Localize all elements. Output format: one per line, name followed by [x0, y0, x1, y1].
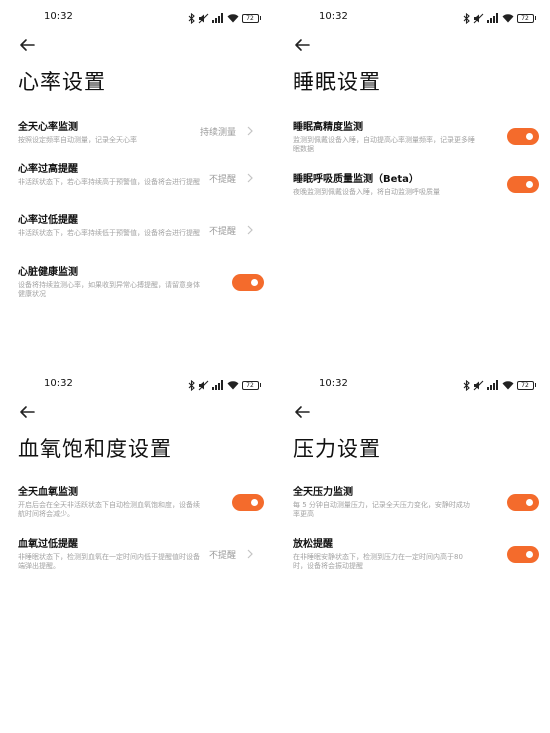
cellular-signal-icon — [211, 380, 223, 390]
battery-icon: 72 — [241, 13, 261, 23]
battery-icon: 72 — [516, 13, 536, 23]
setting-low-blood-oxygen-alert[interactable]: 血氧过低提醒 非睡眠状态下，检测到血氧在一定时间内低于提醒值时设备端弹出提醒。 … — [18, 538, 264, 571]
back-arrow-icon[interactable] — [18, 36, 36, 54]
setting-all-day-blood-oxygen[interactable]: 全天血氧监测 开启后会在全天非活跃状态下自动检测血氧饱和度，设备续航时间将会减少… — [18, 486, 264, 519]
status-time: 10:32 — [44, 11, 73, 22]
setting-relaxation-reminder[interactable]: 放松提醒 在非睡眠安静状态下，检测到压力在一定时间内高于80时，设备将会振动提醒 — [293, 538, 539, 571]
setting-title: 全天血氧监测 — [18, 487, 78, 498]
wifi-icon — [502, 381, 513, 390]
back-arrow-icon[interactable] — [293, 36, 311, 54]
chevron-right-icon — [247, 126, 253, 136]
bluetooth-icon — [463, 379, 470, 391]
page-title: 睡眠设置 — [293, 70, 381, 94]
bluetooth-icon — [188, 379, 195, 391]
setting-description: 按照设定频率自动测量，记录全天心率 — [18, 136, 137, 144]
battery-level: 72 — [516, 13, 534, 23]
status-icons: 72 — [188, 379, 261, 391]
setting-value: 不提醒 — [208, 551, 236, 561]
battery-level: 72 — [241, 380, 259, 390]
status-icons: 72 — [188, 12, 261, 24]
setting-heart-health-monitor[interactable]: 心脏健康监测 设备将持续监测心率，如果收到异常心搏提醒，请留意身体健康状况 — [18, 266, 264, 299]
chevron-right-icon — [247, 549, 253, 559]
battery-icon: 72 — [516, 380, 536, 390]
mute-icon — [473, 13, 483, 23]
back-arrow-icon[interactable] — [293, 403, 311, 421]
setting-description: 监测到佩戴设备入睡，自动提高心率测量频率，记录更多睡眠数据 — [293, 136, 475, 153]
mute-icon — [198, 13, 208, 23]
chevron-right-icon — [247, 173, 253, 183]
cellular-signal-icon — [211, 13, 223, 23]
status-bar: 10:32 72 — [0, 377, 275, 393]
toggle-switch-on[interactable] — [232, 494, 264, 511]
blood-oxygen-settings-screen: 10:32 72 血氧饱和度设置 全天血氧监测 开启后会在全天非活跃状态下自动检… — [0, 367, 275, 733]
status-time: 10:32 — [319, 378, 348, 389]
sleep-settings-screen: 10:32 72 睡眠设置 睡眠高精度监测 监测到佩戴设备入睡，自动提高心率测量… — [275, 0, 550, 366]
setting-value: 持续测量 — [199, 128, 236, 138]
battery-level: 72 — [241, 13, 259, 23]
setting-all-day-heart-rate[interactable]: 全天心率监测 按照设定频率自动测量，记录全天心率 持续测量 — [18, 121, 264, 145]
setting-description: 设备将持续监测心率，如果收到异常心搏提醒，请留意身体健康状况 — [18, 281, 200, 298]
wifi-icon — [502, 14, 513, 23]
heart-rate-settings-screen: 10:32 72 心率设置 全天心率监测 按照设定频率自动测量，记录全天心率 持… — [0, 0, 275, 366]
battery-level: 72 — [516, 380, 534, 390]
setting-description: 每 5 分钟自动测量压力，记录全天压力变化，安静时成功率更高 — [293, 501, 470, 518]
setting-sleep-high-precision[interactable]: 睡眠高精度监测 监测到佩戴设备入睡，自动提高心率测量频率，记录更多睡眠数据 — [293, 121, 539, 154]
setting-sleep-breathing-quality[interactable]: 睡眠呼吸质量监测（Beta） 夜晚监测到佩戴设备入睡，将自动监测呼吸质量 — [293, 173, 539, 197]
setting-value: 不提醒 — [208, 175, 236, 185]
setting-description: 开启后会在全天非活跃状态下自动检测血氧饱和度，设备续航时间将会减少。 — [18, 501, 200, 518]
status-time: 10:32 — [44, 378, 73, 389]
setting-title: 睡眠高精度监测 — [293, 122, 363, 133]
toggle-switch-on[interactable] — [507, 494, 539, 511]
stress-settings-screen: 10:32 72 压力设置 全天压力监测 每 5 分钟自动测量压力，记录全天压力… — [275, 367, 550, 733]
setting-description: 非睡眠状态下，检测到血氧在一定时间内低于提醒值时设备端弹出提醒。 — [18, 553, 200, 570]
status-bar: 10:32 72 — [275, 10, 550, 26]
cellular-signal-icon — [486, 13, 498, 23]
page-title: 压力设置 — [293, 437, 381, 461]
setting-description: 非活跃状态下，若心率持续低于预警值，设备将会进行提醒 — [18, 229, 200, 237]
setting-title: 放松提醒 — [293, 539, 333, 550]
setting-high-heart-rate-alert[interactable]: 心率过高提醒 非活跃状态下，若心率持续高于预警值，设备将会进行提醒 不提醒 — [18, 163, 264, 187]
bluetooth-icon — [188, 12, 195, 24]
mute-icon — [473, 380, 483, 390]
setting-value: 不提醒 — [208, 227, 236, 237]
toggle-switch-on[interactable] — [507, 546, 539, 563]
wifi-icon — [227, 381, 238, 390]
setting-title: 心脏健康监测 — [18, 267, 78, 278]
status-bar: 10:32 72 — [0, 10, 275, 26]
toggle-switch-on[interactable] — [507, 128, 539, 145]
page-title: 心率设置 — [18, 70, 106, 94]
battery-icon: 72 — [241, 380, 261, 390]
setting-description: 在非睡眠安静状态下，检测到压力在一定时间内高于80时，设备将会振动提醒 — [293, 553, 463, 570]
cellular-signal-icon — [486, 380, 498, 390]
setting-description: 非活跃状态下，若心率持续高于预警值，设备将会进行提醒 — [18, 178, 200, 186]
back-arrow-icon[interactable] — [18, 403, 36, 421]
bluetooth-icon — [463, 12, 470, 24]
toggle-switch-on[interactable] — [507, 176, 539, 193]
setting-title: 睡眠呼吸质量监测（Beta） — [293, 174, 419, 185]
page-title: 血氧饱和度设置 — [18, 437, 172, 461]
setting-description: 夜晚监测到佩戴设备入睡，将自动监测呼吸质量 — [293, 188, 440, 196]
status-icons: 72 — [463, 379, 536, 391]
toggle-switch-on[interactable] — [232, 274, 264, 291]
wifi-icon — [227, 14, 238, 23]
status-time: 10:32 — [319, 11, 348, 22]
status-icons: 72 — [463, 12, 536, 24]
setting-title: 全天压力监测 — [293, 487, 353, 498]
chevron-right-icon — [247, 225, 253, 235]
mute-icon — [198, 380, 208, 390]
setting-all-day-stress[interactable]: 全天压力监测 每 5 分钟自动测量压力，记录全天压力变化，安静时成功率更高 — [293, 486, 539, 519]
setting-low-heart-rate-alert[interactable]: 心率过低提醒 非活跃状态下，若心率持续低于预警值，设备将会进行提醒 不提醒 — [18, 214, 264, 238]
status-bar: 10:32 72 — [275, 377, 550, 393]
